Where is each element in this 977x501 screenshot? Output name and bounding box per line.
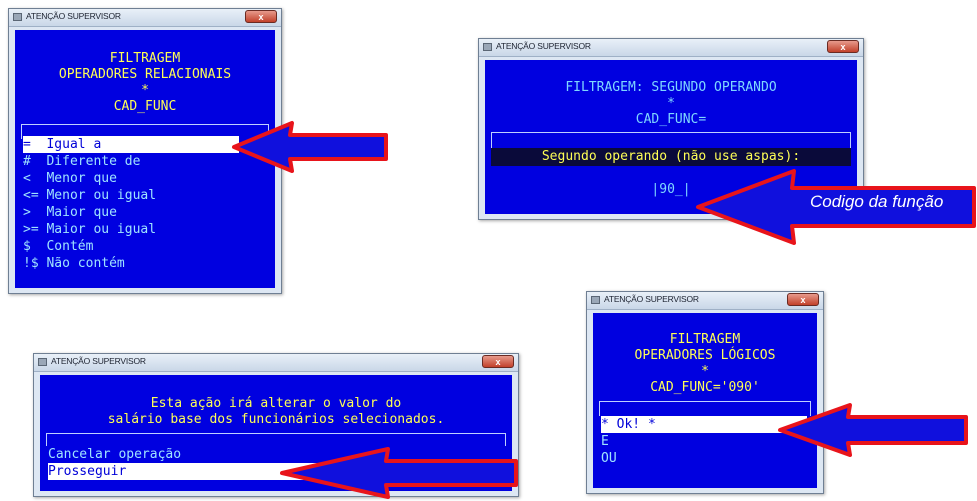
menu-item-not-contains[interactable]: !$ Não contém (23, 255, 125, 272)
prompt-frame (491, 132, 851, 149)
separator-asterisk: * (141, 83, 149, 98)
window-title: ATENÇÃO SUPERVISOR (51, 356, 146, 366)
close-button[interactable]: x (482, 355, 514, 368)
message-line-2: salário base dos funcionários selecionad… (107, 412, 445, 427)
menu-item-or[interactable]: OU (601, 450, 617, 467)
terminal-screen: FILTRAGEM OPERADORES LÓGICOS * CAD_FUNC=… (593, 313, 817, 488)
dialog-heading: FILTRAGEM: SEGUNDO OPERANDO (565, 80, 777, 95)
title-bar[interactable]: ATENÇÃO SUPERVISOR x (587, 292, 823, 310)
menu-item-greater-or-equal[interactable]: >= Maior ou igual (23, 221, 156, 238)
window-icon (591, 296, 600, 304)
window-title: ATENÇÃO SUPERVISOR (496, 41, 591, 51)
field-name: CAD_FUNC= (635, 112, 707, 127)
window-title: ATENÇÃO SUPERVISOR (26, 11, 121, 21)
menu-item-cancel[interactable]: Cancelar operação (48, 446, 181, 463)
title-bar[interactable]: ATENÇÃO SUPERVISOR x (479, 39, 863, 57)
prompt-label: Segundo operando (não use aspas): (491, 148, 851, 166)
menu-item-contains[interactable]: $ Contém (23, 238, 93, 255)
close-button[interactable]: x (787, 293, 819, 306)
menu-item-less-than[interactable]: < Menor que (23, 170, 117, 187)
dialog-subheading: OPERADORES LÓGICOS (634, 348, 776, 363)
title-bar[interactable]: ATENÇÃO SUPERVISOR x (34, 354, 518, 372)
dialog-subheading: OPERADORES RELACIONAIS (58, 67, 232, 82)
field-expression: CAD_FUNC='090' (650, 380, 760, 395)
menu-item-not-equal[interactable]: # Diferente de (23, 153, 140, 170)
field-name: CAD_FUNC (113, 99, 177, 114)
separator-asterisk: * (667, 96, 675, 111)
menu-item-equal[interactable]: = Igual a (23, 136, 239, 153)
menu-frame (46, 433, 506, 446)
callout-label: Codigo da função (810, 192, 944, 211)
title-bar[interactable]: ATENÇÃO SUPERVISOR x (9, 9, 281, 27)
window-title: ATENÇÃO SUPERVISOR (604, 294, 699, 304)
close-button[interactable]: x (827, 40, 859, 53)
close-button[interactable]: x (245, 10, 277, 23)
arrow-icon (280, 447, 518, 499)
window-icon (38, 358, 47, 366)
dialog-logical-operators: ATENÇÃO SUPERVISOR x FILTRAGEM OPERADORE… (586, 291, 824, 494)
separator-asterisk: * (701, 364, 709, 379)
dialog-heading: FILTRAGEM (669, 332, 741, 347)
window-icon (13, 13, 22, 21)
menu-item-less-or-equal[interactable]: <= Menor ou igual (23, 187, 156, 204)
arrow-icon (232, 121, 388, 173)
dialog-heading: FILTRAGEM (109, 51, 181, 66)
window-icon (483, 43, 492, 51)
arrow-icon (778, 403, 968, 457)
menu-item-and[interactable]: E (601, 433, 609, 450)
menu-item-greater-than[interactable]: > Maior que (23, 204, 117, 221)
message-line-1: Esta ação irá alterar o valor do (150, 396, 402, 411)
